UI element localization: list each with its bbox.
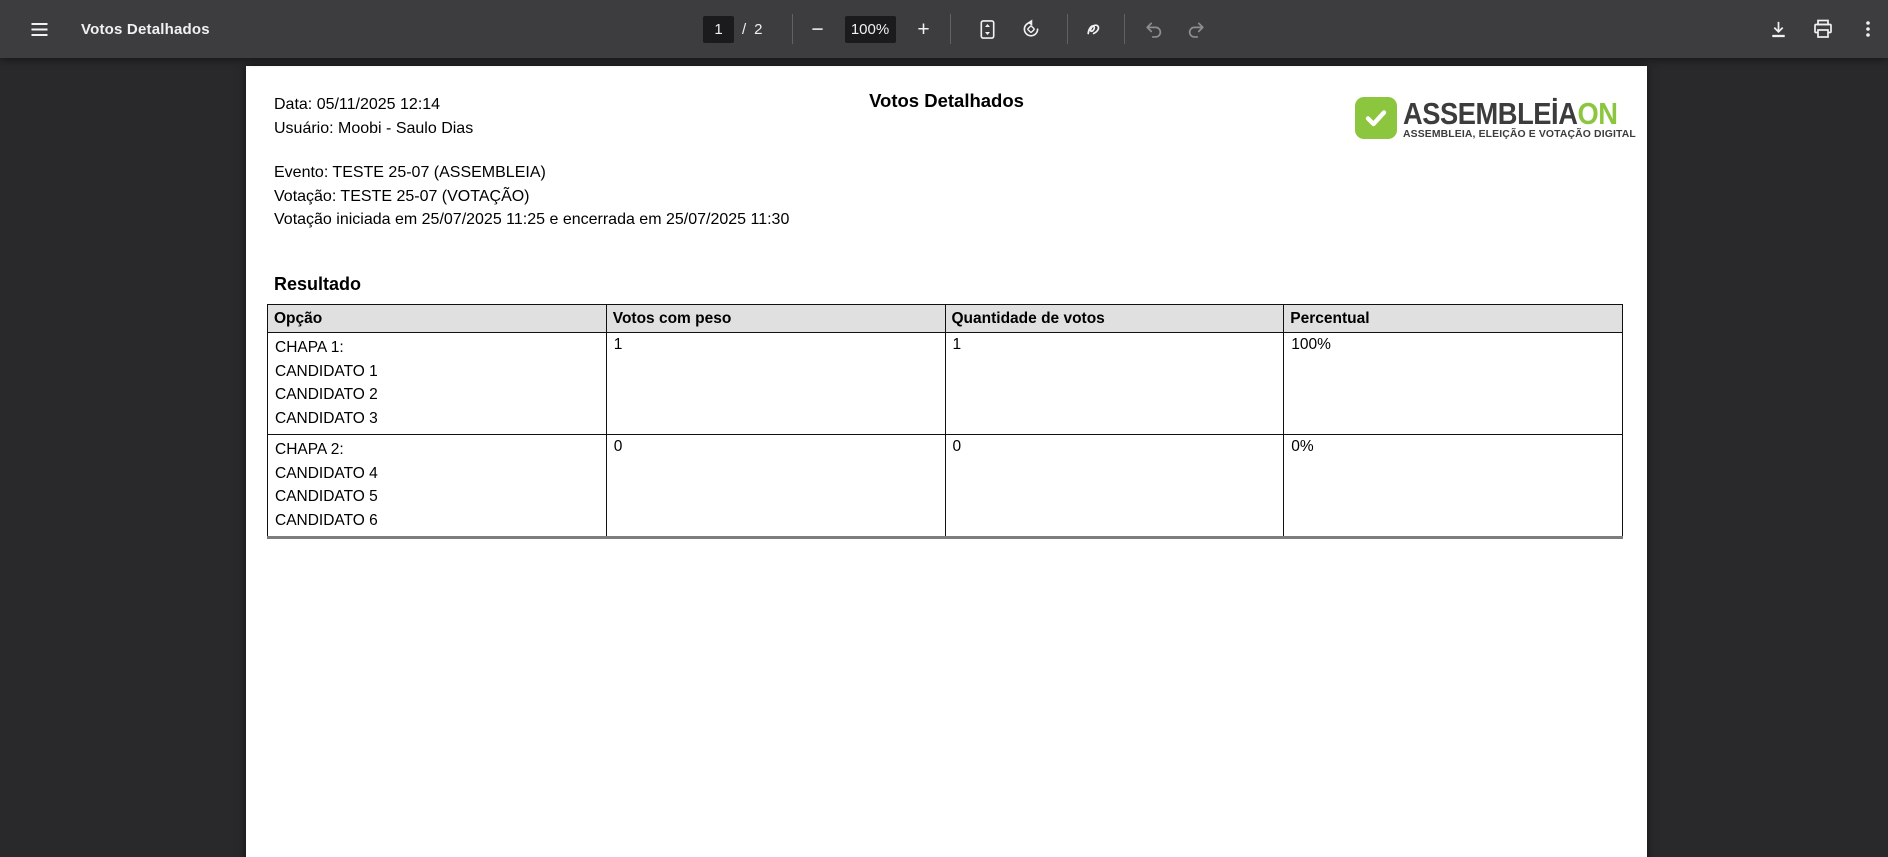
toolbar-center-controls: / 2 − 100% + [703, 0, 1210, 58]
document-viewport[interactable]: Data: 05/11/2025 12:14 Usuário: Moobi - … [0, 58, 1888, 857]
toolbar-document-title: Votos Detalhados [81, 21, 210, 38]
menu-icon [29, 19, 50, 40]
column-header-opcao: Opção [268, 305, 607, 333]
column-header-percentual: Percentual [1284, 305, 1623, 333]
event-line: Evento: TESTE 25-07 (ASSEMBLEIA) [274, 161, 789, 185]
option-line: CANDIDATO 5 [275, 485, 599, 509]
menu-button[interactable] [26, 16, 52, 42]
undo-icon [1143, 19, 1164, 40]
toolbar-right-controls [1765, 0, 1881, 58]
redo-button[interactable] [1184, 16, 1210, 42]
toolbar-divider [1067, 14, 1068, 44]
page-total-count: 2 [754, 21, 762, 38]
table-row: CHAPA 1: CANDIDATO 1 CANDIDATO 2 CANDIDA… [268, 333, 1623, 435]
zoom-in-icon: + [917, 19, 929, 40]
zoom-out-button[interactable]: − [806, 16, 830, 42]
toolbar-divider [950, 14, 951, 44]
rotate-ccw-icon [1020, 18, 1042, 40]
results-table: Opção Votos com peso Quantidade de votos… [267, 304, 1623, 539]
section-heading: Resultado [274, 274, 361, 295]
option-cell: CHAPA 2: CANDIDATO 4 CANDIDATO 5 CANDIDA… [268, 434, 607, 537]
logo-check-icon [1355, 97, 1397, 139]
print-icon [1812, 18, 1834, 40]
download-icon [1768, 19, 1789, 40]
download-button[interactable] [1765, 16, 1791, 42]
fit-page-button[interactable] [975, 16, 1001, 42]
option-line: CHAPA 2: [275, 438, 599, 462]
toolbar-divider [1124, 14, 1125, 44]
toolbar-left: Votos Detalhados [0, 16, 210, 42]
pdf-toolbar: Votos Detalhados / 2 − 100% + [0, 0, 1888, 58]
column-header-votos-com-peso: Votos com peso [606, 305, 945, 333]
option-line: CANDIDATO 6 [275, 509, 599, 533]
logo-brand-accent: ON [1577, 96, 1617, 131]
annotate-icon [1084, 18, 1106, 40]
table-row: CHAPA 2: CANDIDATO 4 CANDIDATO 5 CANDIDA… [268, 434, 1623, 537]
page-count-separator: / [742, 21, 746, 38]
page-number-input[interactable] [703, 16, 734, 43]
option-line: CANDIDATO 2 [275, 383, 599, 407]
zoom-out-icon: − [811, 19, 823, 40]
option-line: CANDIDATO 1 [275, 360, 599, 384]
logo-brand: ASSEMBLEİAON [1403, 97, 1618, 131]
report-user-line: Usuário: Moobi - Saulo Dias [274, 117, 473, 141]
redo-icon [1186, 19, 1207, 40]
weighted-votes-cell: 0 [606, 434, 945, 537]
assembleiaon-logo: ASSEMBLEİAON ASSEMBLEIA, ELEIÇÃO E VOTAÇ… [1355, 97, 1635, 169]
pdf-viewer-window: Votos Detalhados / 2 − 100% + [0, 0, 1888, 857]
zoom-in-button[interactable]: + [912, 16, 936, 42]
weighted-votes-cell: 1 [606, 333, 945, 435]
zoom-level-display[interactable]: 100% [845, 16, 896, 43]
table-header-row: Opção Votos com peso Quantidade de votos… [268, 305, 1623, 333]
event-info: Evento: TESTE 25-07 (ASSEMBLEIA) Votação… [274, 161, 789, 232]
undo-button[interactable] [1141, 16, 1167, 42]
pdf-page: Data: 05/11/2025 12:14 Usuário: Moobi - … [246, 66, 1647, 857]
annotate-button[interactable] [1082, 16, 1108, 42]
percentage-cell: 0% [1284, 434, 1623, 537]
option-line: CANDIDATO 4 [275, 462, 599, 486]
vote-count-cell: 0 [945, 434, 1284, 537]
more-options-button[interactable] [1855, 16, 1881, 42]
fit-page-icon [977, 19, 998, 40]
toolbar-divider [792, 14, 793, 44]
option-line: CANDIDATO 3 [275, 407, 599, 431]
logo-text: ASSEMBLEİAON ASSEMBLEIA, ELEIÇÃO E VOTAÇ… [1403, 97, 1647, 140]
option-line: CHAPA 1: [275, 336, 599, 360]
percentage-cell: 100% [1284, 333, 1623, 435]
voting-period-line: Votação iniciada em 25/07/2025 11:25 e e… [274, 208, 789, 232]
voting-line: Votação: TESTE 25-07 (VOTAÇÃO) [274, 185, 789, 209]
more-vertical-icon [1858, 19, 1878, 39]
rotate-ccw-button[interactable] [1018, 16, 1044, 42]
logo-brand-main: ASSEMBLEİA [1403, 96, 1577, 131]
vote-count-cell: 1 [945, 333, 1284, 435]
print-button[interactable] [1810, 16, 1836, 42]
column-header-quantidade-de-votos: Quantidade de votos [945, 305, 1284, 333]
option-cell: CHAPA 1: CANDIDATO 1 CANDIDATO 2 CANDIDA… [268, 333, 607, 435]
